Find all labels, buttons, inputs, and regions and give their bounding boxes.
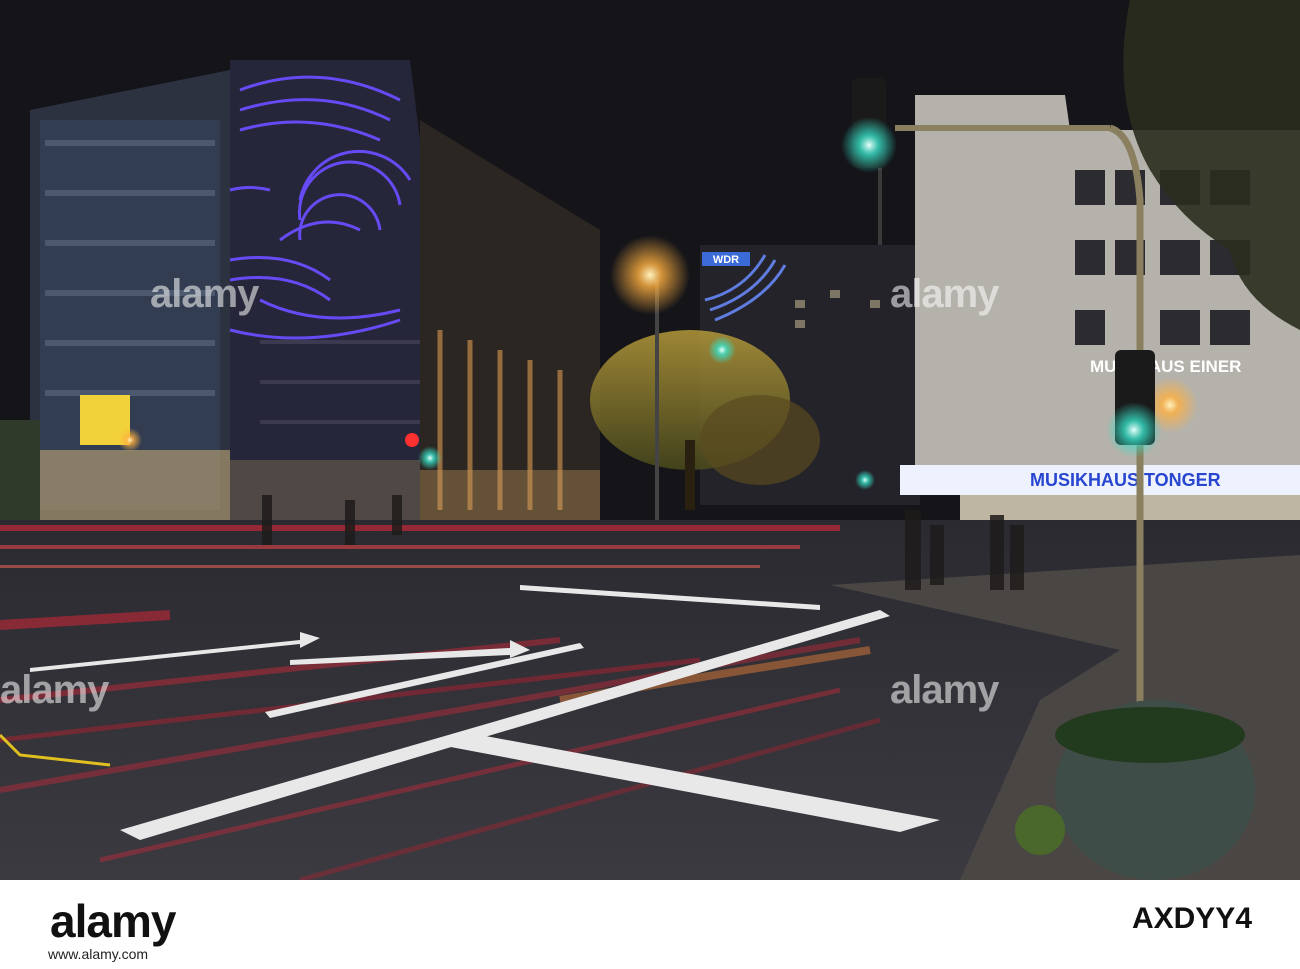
watermark: alamy [0, 668, 109, 712]
stock-footer: alamy www.alamy.com AXDYY4 [0, 880, 1300, 969]
traffic-light-mid [708, 336, 736, 364]
wdr-sign: WDR [713, 254, 739, 266]
watermark: alamy [890, 668, 999, 712]
image-id: AXDYY4 [1131, 902, 1252, 935]
musikhaus-tonger-sign: MUSIKHAUS TONGER [1030, 470, 1221, 490]
watermark: alamy [890, 272, 999, 316]
footer-logo[interactable]: alamy [50, 894, 176, 948]
footer-url[interactable]: www.alamy.com [48, 946, 148, 962]
neon-tower-building [229, 60, 430, 520]
lamp-glow-left [118, 428, 142, 452]
musik-aus-einer-sign: MUSIK AUS EINER [1090, 357, 1241, 376]
red-signal [405, 433, 419, 447]
traffic-light-left [418, 446, 442, 470]
traffic-light-small [855, 470, 875, 490]
watermark: alamy [150, 272, 259, 316]
night-street-photo: WDR MUSIK AUS EINER MUSIKHAUS TONGER ala… [0, 0, 1300, 880]
